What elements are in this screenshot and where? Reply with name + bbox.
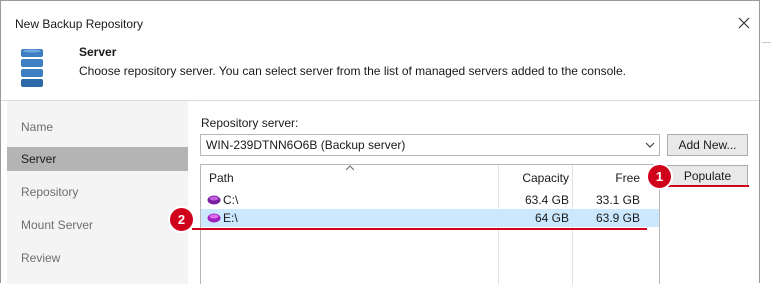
step-mount-server[interactable]: Mount Server bbox=[7, 213, 188, 237]
dialog-window: New Backup Repository Server Choose repo… bbox=[0, 0, 760, 285]
step-description: Choose repository server. You can select… bbox=[79, 64, 626, 78]
column-header-free[interactable]: Free bbox=[573, 165, 640, 189]
background-divider bbox=[762, 42, 771, 43]
cell-free: 63.9 GB bbox=[595, 211, 640, 225]
step-repository[interactable]: Repository bbox=[7, 180, 188, 204]
chevron-down-icon[interactable] bbox=[645, 140, 655, 150]
cell-path: E:\ bbox=[223, 211, 238, 225]
repository-server-value: WIN-239DTNN6O6B (Backup server) bbox=[206, 138, 406, 152]
step-title: Server bbox=[79, 45, 117, 59]
drive-icon bbox=[207, 195, 221, 205]
window-title: New Backup Repository bbox=[15, 17, 144, 31]
main-panel: Repository server: WIN-239DTNN6O6B (Back… bbox=[189, 101, 759, 285]
drives-table: Path Capacity Free C:\ 63.4 GB 33.1 GB E… bbox=[200, 164, 660, 285]
background-window-edge bbox=[760, 0, 771, 283]
annotation-badge-1: 1 bbox=[646, 163, 673, 190]
add-new-button[interactable]: Add New... bbox=[667, 134, 748, 156]
cell-capacity: 63.4 GB bbox=[524, 193, 569, 207]
annotation-underline-2 bbox=[192, 228, 647, 230]
column-header-capacity[interactable]: Capacity bbox=[499, 165, 569, 189]
annotation-underline-1 bbox=[665, 185, 749, 187]
step-name[interactable]: Name bbox=[7, 115, 188, 139]
table-row[interactable]: C:\ 63.4 GB 33.1 GB bbox=[201, 191, 659, 209]
annotation-badge-2: 2 bbox=[168, 206, 195, 233]
title-bar: New Backup Repository bbox=[1, 1, 759, 45]
database-icon bbox=[21, 49, 43, 87]
cell-capacity: 64 GB bbox=[534, 211, 569, 225]
column-header-path[interactable]: Path bbox=[209, 165, 234, 189]
step-review[interactable]: Review bbox=[7, 246, 188, 270]
step-server[interactable]: Server bbox=[7, 147, 188, 171]
populate-button[interactable]: Populate bbox=[667, 165, 748, 187]
table-row[interactable]: E:\ 64 GB 63.9 GB bbox=[201, 209, 659, 227]
cell-path: C:\ bbox=[223, 193, 239, 207]
repository-server-select[interactable]: WIN-239DTNN6O6B (Backup server) bbox=[200, 134, 660, 156]
repository-server-label: Repository server: bbox=[201, 116, 299, 130]
drive-icon bbox=[207, 213, 221, 223]
cell-free: 33.1 GB bbox=[595, 193, 640, 207]
sort-caret-icon bbox=[346, 165, 354, 171]
wizard-steps: Name Server Repository Mount Server Revi… bbox=[7, 101, 188, 284]
close-icon[interactable] bbox=[734, 13, 754, 33]
